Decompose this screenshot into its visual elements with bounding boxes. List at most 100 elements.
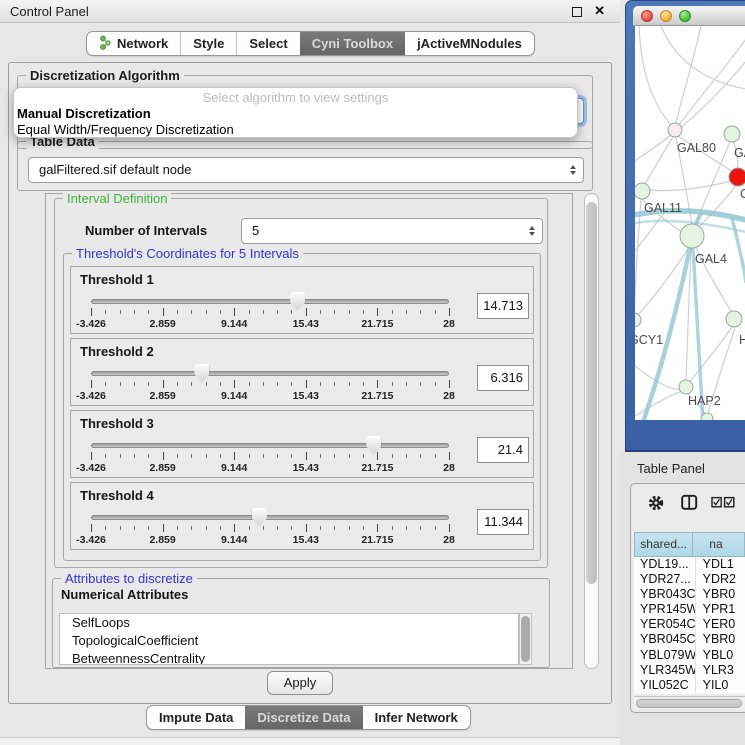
tab-cyni-toolbox[interactable]: Cyni Toolbox xyxy=(300,32,405,55)
scale-label: 28 xyxy=(443,318,455,330)
table-row[interactable]: YPR145WYPR1 xyxy=(634,602,745,617)
network-node[interactable] xyxy=(635,183,650,199)
dropdown-placeholder: Select algorithm to view settings xyxy=(14,90,577,106)
table-row[interactable]: YBL079WYBL0 xyxy=(634,648,745,663)
network-node[interactable] xyxy=(726,311,742,327)
tab-jactivemnodules[interactable]: jActiveMNodules xyxy=(405,32,534,55)
node-label: H xyxy=(739,333,745,347)
tab-network[interactable]: Network xyxy=(87,32,180,55)
table-data-combobox[interactable]: galFiltered.sif default node xyxy=(28,157,584,183)
network-node[interactable] xyxy=(679,380,693,394)
apply-button[interactable]: Apply xyxy=(267,671,333,695)
table-row[interactable]: YER054CYER0 xyxy=(634,617,745,632)
network-node[interactable] xyxy=(729,168,745,186)
zoom-traffic-light-icon[interactable] xyxy=(679,10,691,22)
slider-track[interactable] xyxy=(91,515,449,520)
threshold-slider[interactable]: -3.4262.8599.14415.4321.71528 xyxy=(91,435,449,477)
threshold-slider[interactable]: -3.4262.8599.14415.4321.71528 xyxy=(91,291,449,333)
tab-discretize-data[interactable]: Discretize Data xyxy=(245,706,362,729)
node-label: HAP2 xyxy=(688,394,721,408)
table-row[interactable]: YBR043CYBR0 xyxy=(634,587,745,602)
table-row[interactable]: YDL19...YDL1 xyxy=(634,557,745,572)
table-data-group: Table Data galFiltered.sif default node xyxy=(17,141,593,191)
slider-ticks xyxy=(91,308,449,317)
close-traffic-light-icon[interactable] xyxy=(641,10,653,22)
threshold-value-field[interactable]: 11.344 xyxy=(477,509,529,535)
scale-label: -3.426 xyxy=(76,318,106,330)
group-legend: Interval Definition xyxy=(63,191,171,206)
network-window-titlebar[interactable] xyxy=(633,6,745,26)
network-node[interactable] xyxy=(724,126,740,142)
threshold-block: Threshold 4 -3.4262.8599.14415.4321.7152… xyxy=(70,482,534,550)
dropdown-option-manual-discretization[interactable]: Manual Discretization xyxy=(14,106,577,122)
scale-label: 28 xyxy=(443,534,455,546)
network-node[interactable] xyxy=(668,123,682,137)
node-label: GCY1 xyxy=(635,333,663,347)
group-legend: Discretization Algorithm xyxy=(26,68,184,83)
threshold-slider[interactable]: -3.4262.8599.14415.4321.71528 xyxy=(91,363,449,405)
select-columns-icon[interactable] xyxy=(711,496,736,514)
tab-style[interactable]: Style xyxy=(180,32,236,55)
tab-impute-data[interactable]: Impute Data xyxy=(147,706,245,729)
column-header[interactable]: shared... xyxy=(634,532,693,557)
scale-label: 15.43 xyxy=(293,318,319,330)
float-window-icon[interactable] xyxy=(572,7,582,17)
slider-track[interactable] xyxy=(91,371,449,376)
attribute-item[interactable]: BetweennessCentrality xyxy=(60,650,518,665)
slider-track[interactable] xyxy=(91,443,449,448)
scale-label: 2.859 xyxy=(149,534,175,546)
threshold-block: Threshold 2 -3.4262.8599.14415.4321.7152… xyxy=(70,338,534,406)
scale-label: 15.43 xyxy=(293,534,319,546)
close-icon[interactable]: ✕ xyxy=(594,3,605,19)
threshold-value-field[interactable]: 21.4 xyxy=(477,437,529,463)
tab-select[interactable]: Select xyxy=(236,32,299,55)
threshold-block: Threshold 3 -3.4262.8599.14415.4321.7152… xyxy=(70,410,534,478)
network-canvas[interactable]: GAL80GACGAL11GAL4GCY1HHAP2 xyxy=(635,26,745,420)
scale-label: 2.859 xyxy=(149,390,175,402)
tab-label: Select xyxy=(249,36,287,51)
attribute-item[interactable]: TopologicalCoefficient xyxy=(60,632,518,650)
column-header[interactable]: na xyxy=(693,532,745,557)
table-horizontal-scrollbar[interactable] xyxy=(634,696,745,709)
scale-label: -3.426 xyxy=(76,390,106,402)
scale-label: 2.859 xyxy=(149,318,175,330)
threshold-slider[interactable]: -3.4262.8599.14415.4321.71528 xyxy=(91,507,449,549)
minimize-traffic-light-icon[interactable] xyxy=(660,10,672,22)
control-panel: Control Panel ✕ Network Style Select C xyxy=(0,0,620,745)
attributes-group: Attributes to discretize Numerical Attri… xyxy=(52,578,550,668)
group-legend: Threshold's Coordinates for 5 Intervals xyxy=(72,246,303,261)
threshold-value-field[interactable]: 6.316 xyxy=(477,365,529,391)
tab-infer-network[interactable]: Infer Network xyxy=(363,706,470,729)
number-of-intervals-combobox[interactable]: 5 xyxy=(241,218,543,244)
table-row[interactable]: YBR045CYBR0 xyxy=(634,632,745,647)
top-tabbar: Network Style Select Cyni Toolbox jActiv… xyxy=(86,31,535,56)
numerical-attributes-label: Numerical Attributes xyxy=(61,587,188,602)
table-row[interactable]: YDR27...YDR2 xyxy=(634,572,745,587)
threshold-label: Threshold 4 xyxy=(80,488,154,503)
slider-ticks xyxy=(91,452,449,461)
gear-icon[interactable] xyxy=(647,494,665,517)
node-label: GAL11 xyxy=(644,201,682,215)
cyni-toolbox-panel: Discretization Algorithm Table Data galF… xyxy=(8,62,612,704)
slider-track[interactable] xyxy=(91,299,449,304)
scale-label: 9.144 xyxy=(221,462,247,474)
network-node[interactable] xyxy=(635,313,641,327)
columns-icon[interactable] xyxy=(681,494,698,516)
scale-label: 9.144 xyxy=(221,318,247,330)
slider-ticks xyxy=(91,524,449,533)
attributes-scrollbar[interactable] xyxy=(519,613,532,665)
tab-label: Cyni Toolbox xyxy=(312,36,393,51)
network-node[interactable] xyxy=(701,413,713,420)
dropdown-option-equal-width-frequency[interactable]: Equal Width/Frequency Discretization xyxy=(14,122,577,138)
scale-label: 21.715 xyxy=(361,318,393,330)
threshold-value-field[interactable]: 14.713 xyxy=(477,293,529,319)
settings-scrollbar[interactable] xyxy=(584,193,599,669)
table-row[interactable]: YIL052CYIL0 xyxy=(634,678,745,693)
attribute-item[interactable]: SelfLoops xyxy=(60,614,518,632)
table-row[interactable]: YLR345WYLR3 xyxy=(634,663,745,678)
table-header-row: shared... na xyxy=(634,532,745,557)
network-edges xyxy=(635,26,745,420)
network-node[interactable] xyxy=(680,224,704,248)
scale-label: 9.144 xyxy=(221,390,247,402)
node-label: GAL80 xyxy=(677,141,716,155)
